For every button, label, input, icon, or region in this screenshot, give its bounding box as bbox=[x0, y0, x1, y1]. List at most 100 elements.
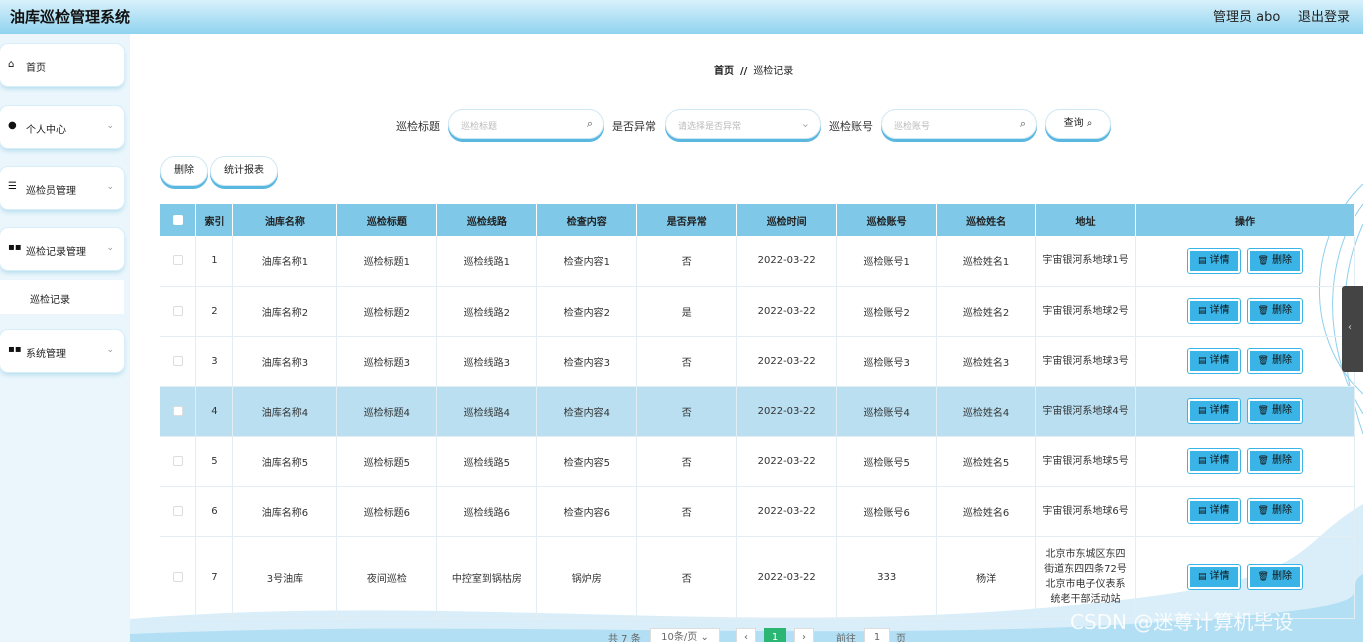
cell-person: 巡检姓名3 bbox=[936, 336, 1037, 387]
sidebar-item-personal[interactable]: ● 个人中心 ⌄ bbox=[0, 106, 124, 148]
cell-time: 2022-03-22 bbox=[736, 486, 838, 537]
delete-button[interactable]: 🗑 删除 bbox=[1247, 499, 1302, 523]
cell-name: 油库名称3 bbox=[232, 336, 338, 387]
trash-icon: 🗑 bbox=[1257, 356, 1269, 366]
cell-content: 锅炉房 bbox=[536, 536, 638, 619]
search-abnormal-select[interactable]: 请选择是否异常 ⌄ bbox=[665, 109, 821, 139]
cell-content: 检查内容5 bbox=[536, 436, 638, 487]
table-row[interactable]: 1 油库名称1 巡检标题1 巡检线路1 检查内容1 否 2022-03-22 巡检账号1 巡检姓… bbox=[160, 236, 1355, 287]
select-all-checkbox[interactable] bbox=[172, 214, 183, 225]
row-checkbox[interactable] bbox=[172, 571, 183, 582]
search-account-input[interactable]: 巡检账号 ⌕ bbox=[881, 109, 1037, 139]
chevron-down-icon: ⌄ bbox=[106, 121, 114, 131]
row-actions: ▤ 详情 🗑 删除 bbox=[1135, 436, 1355, 487]
delete-button[interactable]: 🗑 删除 bbox=[1247, 349, 1302, 373]
column-header: 巡检时间 bbox=[736, 204, 838, 236]
table-row[interactable]: 2 油库名称2 巡检标题2 巡检线路2 检查内容2 是 2022-03-22 巡检账号2 巡检姓… bbox=[160, 286, 1355, 337]
cell-route: 巡检线路1 bbox=[436, 236, 538, 287]
side-drawer-handle[interactable]: ‹ bbox=[1342, 286, 1363, 372]
delete-button[interactable]: 🗑 删除 bbox=[1247, 248, 1302, 273]
select-all-cell bbox=[160, 204, 197, 236]
detail-button[interactable]: ▤ 详情 bbox=[1188, 299, 1240, 323]
cell-addr: 宇宙银河系地球1号 bbox=[1035, 236, 1137, 287]
detail-button[interactable]: ▤ 详情 bbox=[1188, 248, 1240, 273]
column-header: 巡检账号 bbox=[836, 204, 938, 236]
delete-button[interactable]: 🗑 删除 bbox=[1247, 299, 1302, 323]
cell-name: 3号油库 bbox=[232, 536, 338, 619]
table-row[interactable]: 5 油库名称5 巡检标题5 巡检线路5 检查内容5 否 2022-03-22 巡检账号5 巡检姓… bbox=[160, 436, 1355, 487]
records-table: 索引 油库名称 巡检标题 巡检线路 检查内容 是否异常 巡检时间 巡检账号 巡检… bbox=[160, 204, 1355, 619]
delete-button-label: 删除 bbox=[1271, 254, 1292, 266]
row-checkbox[interactable] bbox=[172, 305, 183, 316]
breadcrumb-home[interactable]: 首页 bbox=[714, 66, 734, 77]
watermark: CSDN @迷尊计算机毕设 bbox=[1070, 610, 1294, 634]
row-checkbox[interactable] bbox=[172, 355, 183, 366]
cell-account: 巡检账号3 bbox=[836, 336, 938, 387]
table-row[interactable]: 3 油库名称3 巡检标题3 巡检线路3 检查内容3 否 2022-03-22 巡检账号3 巡检姓… bbox=[160, 336, 1355, 387]
next-page-button[interactable]: › bbox=[794, 628, 814, 642]
sidebar-subitem-records[interactable]: 巡检记录 bbox=[0, 280, 124, 314]
table-row[interactable]: 6 油库名称6 巡检标题6 巡检线路6 检查内容6 否 2022-03-22 巡检账号6 巡检姓… bbox=[160, 486, 1355, 537]
row-checkbox[interactable] bbox=[172, 505, 183, 516]
cell-title: 巡检标题2 bbox=[336, 286, 438, 337]
page-size-select[interactable]: 10条/页 ⌄ bbox=[650, 628, 720, 642]
detail-button[interactable]: ▤ 详情 bbox=[1188, 449, 1240, 473]
detail-button[interactable]: ▤ 详情 bbox=[1188, 499, 1240, 523]
cell-idx: 7 bbox=[195, 536, 234, 619]
detail-button[interactable]: ▤ 详情 bbox=[1188, 349, 1240, 373]
cell-abnormal: 否 bbox=[636, 236, 738, 287]
goto-page-input[interactable]: 1 bbox=[864, 628, 890, 642]
query-button-label: 查询 bbox=[1063, 118, 1084, 129]
chevron-down-icon: ⌄ bbox=[800, 117, 810, 130]
delete-button-label: 删除 bbox=[1271, 571, 1292, 582]
detail-button-label: 详情 bbox=[1209, 305, 1230, 316]
cell-account: 巡检账号2 bbox=[836, 286, 938, 337]
cell-content: 检查内容1 bbox=[536, 236, 638, 287]
row-checkbox[interactable] bbox=[172, 255, 183, 266]
cell-title: 巡检标题4 bbox=[336, 386, 438, 437]
cell-content: 检查内容2 bbox=[536, 286, 638, 337]
column-header: 操作 bbox=[1135, 204, 1355, 236]
delete-button[interactable]: 🗑 删除 bbox=[1247, 399, 1302, 423]
cell-route: 巡检线路5 bbox=[436, 436, 538, 487]
sidebar-item-inspector-mgmt[interactable]: ☰ 巡检员管理 ⌄ bbox=[0, 167, 124, 209]
report-button[interactable]: 统计报表 bbox=[210, 156, 278, 186]
prev-page-button[interactable]: ‹ bbox=[736, 628, 756, 642]
cell-title: 巡检标题1 bbox=[336, 236, 438, 287]
search-title-input[interactable]: 巡检标题 ⌕ bbox=[448, 109, 604, 139]
sidebar-item-system-mgmt[interactable]: ▪▪ 系统管理 ⌄ bbox=[0, 330, 124, 372]
grid-icon: ▪▪ bbox=[8, 344, 22, 355]
query-button[interactable]: 查询 ⌕ bbox=[1045, 109, 1111, 139]
search-account-label: 巡检账号 bbox=[829, 120, 873, 133]
sidebar-item-record-mgmt[interactable]: ▪▪ 巡检记录管理 ⌄ bbox=[0, 228, 124, 270]
cell-addr: 宇宙银河系地球4号 bbox=[1035, 386, 1137, 437]
cell-time: 2022-03-22 bbox=[736, 236, 838, 287]
app-title: 油库巡检管理系统 bbox=[10, 8, 131, 26]
search-icon: ⌕ bbox=[1086, 118, 1093, 129]
document-icon: ▤ bbox=[1198, 506, 1207, 516]
search-icon: ⌕ bbox=[586, 117, 593, 130]
logout-link[interactable]: 退出登录 bbox=[1298, 6, 1350, 25]
page-number-button[interactable]: 1 bbox=[764, 628, 786, 642]
row-checkbox[interactable] bbox=[172, 455, 183, 466]
cell-abnormal: 否 bbox=[636, 486, 738, 537]
cell-title: 巡检标题3 bbox=[336, 336, 438, 387]
row-checkbox[interactable] bbox=[172, 405, 183, 416]
pager-total: 共 7 条 bbox=[608, 634, 641, 642]
table-header-row: 索引 油库名称 巡检标题 巡检线路 检查内容 是否异常 巡检时间 巡检账号 巡检… bbox=[160, 204, 1355, 236]
detail-button[interactable]: ▤ 详情 bbox=[1188, 399, 1240, 423]
chevron-down-icon: ⌄ bbox=[106, 243, 114, 253]
detail-button[interactable]: ▤ 详情 bbox=[1188, 565, 1240, 589]
cell-route: 巡检线路2 bbox=[436, 286, 538, 337]
search-title-placeholder: 巡检标题 bbox=[461, 122, 498, 132]
delete-button[interactable]: 🗑 删除 bbox=[1247, 565, 1302, 589]
search-abnormal-placeholder: 请选择是否异常 bbox=[678, 122, 742, 132]
batch-delete-button[interactable]: 删除 bbox=[160, 156, 208, 186]
cell-person: 巡检姓名5 bbox=[936, 436, 1037, 487]
delete-button[interactable]: 🗑 删除 bbox=[1247, 449, 1302, 473]
table-row[interactable]: 4 油库名称4 巡检标题4 巡检线路4 检查内容4 否 2022-03-22 巡检账号4 巡检姓… bbox=[160, 386, 1355, 437]
cell-abnormal: 是 bbox=[636, 286, 738, 337]
cell-route: 巡检线路3 bbox=[436, 336, 538, 387]
sidebar-item-home[interactable]: ⌂ 首页 bbox=[0, 44, 124, 86]
column-header: 巡检标题 bbox=[336, 204, 438, 236]
